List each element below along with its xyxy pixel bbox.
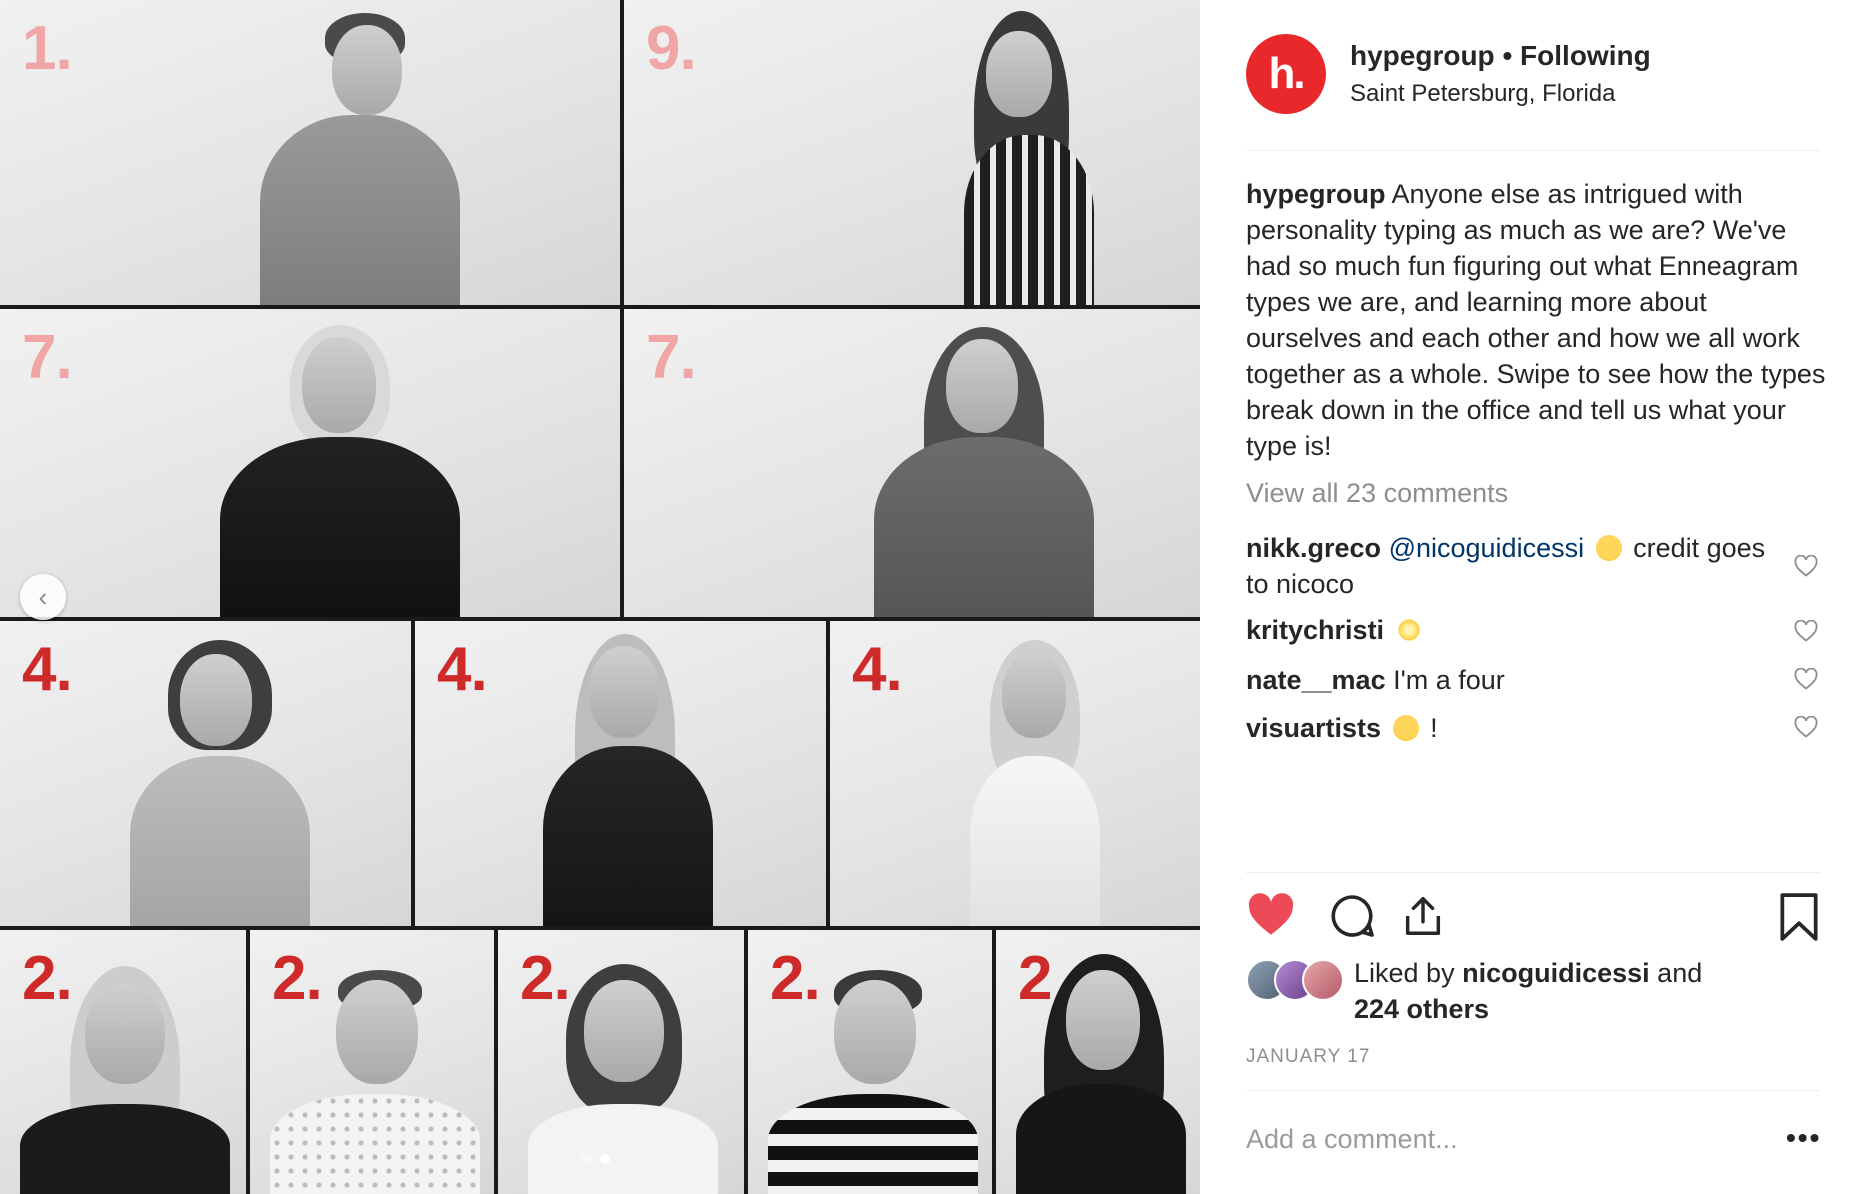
caption-username[interactable]: hypegroup bbox=[1246, 179, 1386, 209]
post-author-line: hypegroup • Following bbox=[1350, 40, 1651, 72]
comment-username[interactable]: visuartists bbox=[1246, 713, 1381, 743]
chevron-left-icon: ‹ bbox=[38, 581, 48, 612]
like-comment-heart-icon[interactable] bbox=[1794, 555, 1818, 577]
person-photo bbox=[120, 636, 320, 926]
comment-item: nikk.greco @nicoguidicessi credit goes t… bbox=[1246, 530, 1786, 602]
enneagram-number: 4. bbox=[437, 635, 488, 704]
comment-text: ! bbox=[1430, 713, 1438, 743]
liked-by-others[interactable]: 224 others bbox=[1354, 994, 1489, 1024]
post-username[interactable]: hypegroup bbox=[1350, 40, 1495, 71]
comment-username[interactable]: kritychristi bbox=[1246, 615, 1384, 645]
post-sidebar: h. hypegroup • Following Saint Petersbur… bbox=[1200, 0, 1866, 1194]
enneagram-number: 7. bbox=[646, 323, 697, 392]
caption-text: Anyone else as intrigued with personalit… bbox=[1246, 179, 1826, 461]
comment-username[interactable]: nikk.greco bbox=[1246, 533, 1381, 563]
person-photo bbox=[525, 630, 725, 926]
like-comment-heart-icon[interactable] bbox=[1794, 620, 1818, 642]
comment-text: I'm a four bbox=[1393, 665, 1505, 695]
like-comment-heart-icon[interactable] bbox=[1794, 716, 1818, 738]
carousel-prev-button[interactable]: ‹ bbox=[20, 574, 66, 620]
bookmark-icon[interactable] bbox=[1778, 892, 1820, 942]
comment-bubble-icon[interactable] bbox=[1328, 892, 1376, 940]
liked-by-prefix: Liked by bbox=[1354, 958, 1455, 988]
rolling-eyes-emoji-icon bbox=[1595, 535, 1622, 561]
liked-by-text: Liked by nicoguidicessi and 224 others bbox=[1354, 955, 1702, 1027]
following-button[interactable]: Following bbox=[1520, 40, 1651, 71]
more-options-button[interactable]: ••• bbox=[1786, 1122, 1821, 1154]
post-actions bbox=[1246, 892, 1820, 948]
comment-item: kritychristi bbox=[1246, 612, 1786, 648]
sparkle-star-emoji-icon bbox=[1395, 617, 1422, 643]
collage-tile: 2. bbox=[0, 930, 246, 1194]
person-photo bbox=[864, 317, 1104, 617]
collage-tile: 9. bbox=[624, 0, 1200, 305]
add-comment-input[interactable]: Add a comment... bbox=[1246, 1124, 1458, 1155]
share-icon[interactable] bbox=[1400, 892, 1446, 940]
comment-item: visuartists ! bbox=[1246, 710, 1786, 746]
person-photo bbox=[1016, 948, 1186, 1194]
separator-dot: • bbox=[1494, 40, 1521, 71]
liked-by-user[interactable]: nicoguidicessi bbox=[1462, 958, 1650, 988]
comment-username[interactable]: nate__mac bbox=[1246, 665, 1386, 695]
collage-tile: 7. bbox=[624, 309, 1200, 617]
comment-item: nate__mac I'm a four bbox=[1246, 662, 1786, 698]
instagram-post: 1. 9. 7. 7. 4. 4. 4. 2. 2. 2. 2. 2 ‹ h. … bbox=[0, 0, 1866, 1194]
enneagram-number: 7. bbox=[22, 323, 73, 392]
comment-mention[interactable]: @nicoguidicessi bbox=[1389, 533, 1585, 563]
likes-summary: Liked by nicoguidicessi and 224 others bbox=[1246, 955, 1820, 1035]
divider bbox=[1246, 1090, 1820, 1091]
enneagram-number: 1. bbox=[22, 14, 73, 83]
person-photo bbox=[518, 954, 728, 1194]
person-photo bbox=[768, 954, 978, 1194]
like-comment-heart-icon[interactable] bbox=[1794, 668, 1818, 690]
collage-tile: 7. bbox=[0, 309, 620, 617]
collage-tile: 2. bbox=[250, 930, 494, 1194]
person-photo bbox=[924, 5, 1124, 305]
view-all-comments-link[interactable]: View all 23 comments bbox=[1246, 478, 1508, 509]
carousel-indicator bbox=[582, 1154, 610, 1164]
carousel-dot-active bbox=[600, 1154, 610, 1164]
collage-tile: 2. bbox=[498, 930, 744, 1194]
profile-avatar[interactable]: h. bbox=[1246, 34, 1326, 114]
like-heart-icon[interactable] bbox=[1246, 892, 1296, 938]
post-image-collage[interactable]: 1. 9. 7. 7. 4. 4. 4. 2. 2. 2. 2. 2 ‹ bbox=[0, 0, 1200, 1194]
enneagram-number: 4. bbox=[852, 635, 903, 704]
enneagram-number: 4. bbox=[22, 635, 73, 704]
post-header: h. hypegroup • Following Saint Petersbur… bbox=[1246, 30, 1820, 151]
person-photo bbox=[20, 954, 230, 1194]
collage-tile: 4. bbox=[0, 621, 411, 926]
post-location[interactable]: Saint Petersburg, Florida bbox=[1350, 80, 1615, 108]
person-photo bbox=[270, 954, 480, 1194]
liked-by-and: and bbox=[1657, 958, 1703, 988]
person-photo bbox=[950, 636, 1120, 926]
carousel-dot bbox=[582, 1154, 592, 1164]
divider bbox=[1246, 872, 1820, 873]
collage-tile: 2 bbox=[996, 930, 1200, 1194]
post-date[interactable]: JANUARY 17 bbox=[1246, 1046, 1370, 1068]
post-caption: hypegroup Anyone else as intrigued with … bbox=[1246, 176, 1826, 464]
person-photo bbox=[240, 5, 470, 305]
collage-tile: 1. bbox=[0, 0, 620, 305]
enneagram-number: 9. bbox=[646, 14, 697, 83]
avatar bbox=[1302, 959, 1344, 1001]
collage-tile: 4. bbox=[415, 621, 826, 926]
liker-avatars bbox=[1246, 959, 1346, 1003]
grinning-face-emoji-icon bbox=[1392, 715, 1419, 741]
person-photo bbox=[210, 317, 470, 617]
collage-tile: 2. bbox=[748, 930, 992, 1194]
collage-tile: 4. bbox=[830, 621, 1200, 926]
